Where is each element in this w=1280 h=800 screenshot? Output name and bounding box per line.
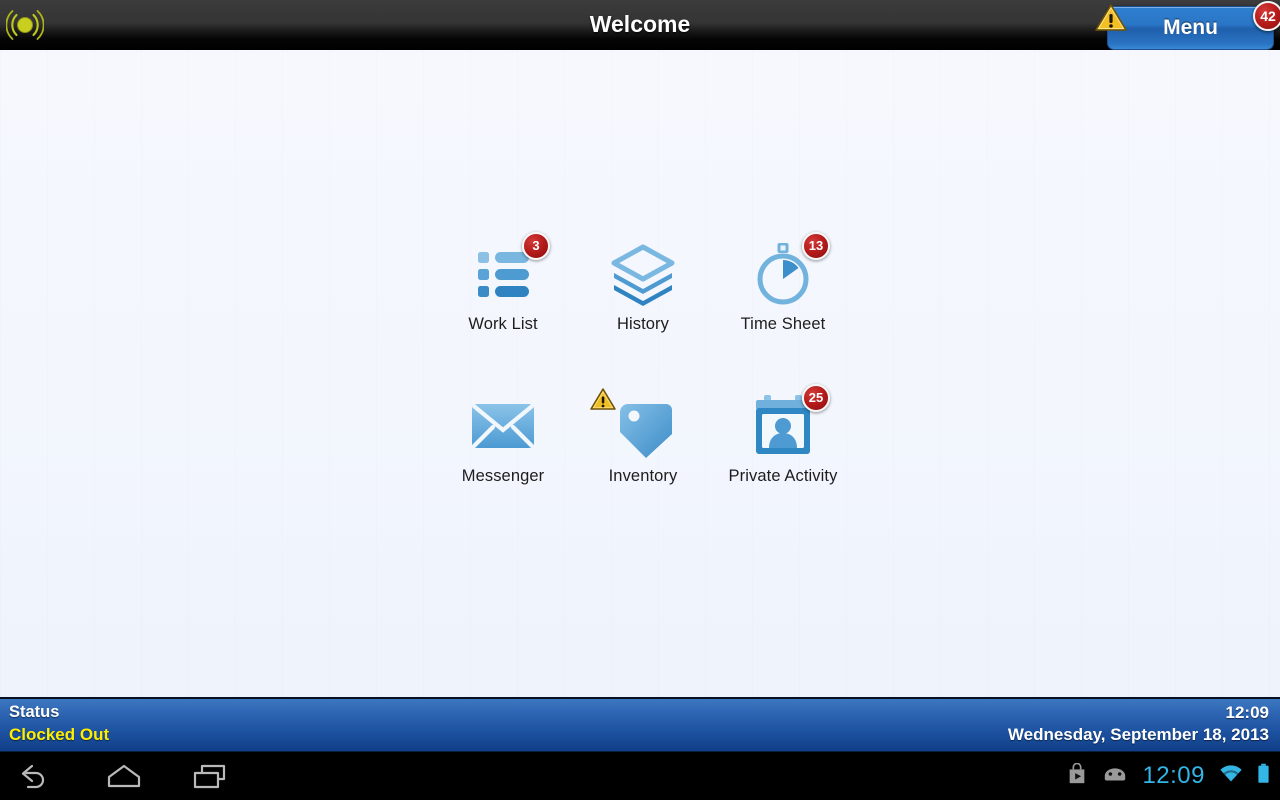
- android-head-icon[interactable]: [1102, 764, 1128, 789]
- battery-icon[interactable]: [1257, 763, 1270, 789]
- back-arrow-icon[interactable]: [14, 752, 62, 800]
- status-bar[interactable]: Status Clocked Out 12:09 Wednesday, Sept…: [0, 697, 1280, 752]
- status-date: Wednesday, September 18, 2013: [1007, 725, 1269, 744]
- tile-inventory[interactable]: Inventory: [573, 388, 713, 486]
- tile-label: Inventory: [608, 467, 678, 485]
- tile-work-list[interactable]: 3 Work List: [433, 232, 573, 334]
- warning-triangle-icon: [1094, 2, 1128, 33]
- app-tile-grid: 3 Work List History 13 Time Sheet Messen…: [433, 232, 853, 486]
- title-bar: Welcome Menu 42: [0, 0, 1280, 50]
- tile-messenger[interactable]: Messenger: [433, 392, 573, 486]
- warning-triangle-icon: [589, 387, 617, 412]
- tile-private-activity[interactable]: 25 Private Activity: [713, 384, 853, 486]
- android-navigation-bar: 12:09: [0, 752, 1280, 800]
- home-icon[interactable]: [100, 752, 148, 800]
- private-activity-icon: [746, 395, 820, 462]
- work-list-icon: [466, 252, 540, 310]
- tile-time-sheet[interactable]: 13 Time Sheet: [713, 232, 853, 334]
- tile-label: History: [616, 315, 670, 333]
- recent-apps-icon[interactable]: [186, 752, 234, 800]
- tile-history[interactable]: History: [573, 240, 713, 334]
- inventory-tag-icon: [606, 404, 680, 462]
- app-screen: Welcome Menu 42 3 Work List History 13 T…: [0, 0, 1280, 800]
- tile-label: Messenger: [461, 467, 545, 485]
- home-content: 3 Work List History 13 Time Sheet Messen…: [0, 50, 1280, 697]
- tile-label: Time Sheet: [740, 315, 826, 333]
- messenger-icon: [466, 404, 540, 462]
- page-title: Welcome: [589, 11, 691, 37]
- tile-label: Work List: [468, 315, 538, 333]
- wifi-icon[interactable]: [1219, 764, 1243, 789]
- status-time: 12:09: [1225, 703, 1269, 722]
- tile-badge: 13: [802, 232, 830, 260]
- play-store-icon[interactable]: [1066, 762, 1088, 790]
- tile-label: Private Activity: [728, 467, 838, 485]
- menu-button-label: Menu: [1163, 16, 1218, 39]
- menu-badge: 42: [1253, 1, 1280, 31]
- nav-buttons-group: [14, 752, 234, 800]
- tile-badge: 3: [522, 232, 550, 260]
- history-layers-icon: [606, 244, 680, 310]
- system-tray: 12:09: [1066, 752, 1270, 800]
- status-label: Status: [9, 703, 60, 721]
- menu-button[interactable]: Menu 42: [1095, 1, 1280, 50]
- system-clock: 12:09: [1142, 762, 1205, 789]
- status-right-group: 12:09 Wednesday, September 18, 2013: [1008, 702, 1269, 746]
- status-left-group: Status Clocked Out: [9, 702, 109, 746]
- tile-badge: 25: [802, 384, 830, 412]
- time-sheet-icon: [746, 243, 820, 310]
- clock-state-value: Clocked Out: [9, 725, 110, 744]
